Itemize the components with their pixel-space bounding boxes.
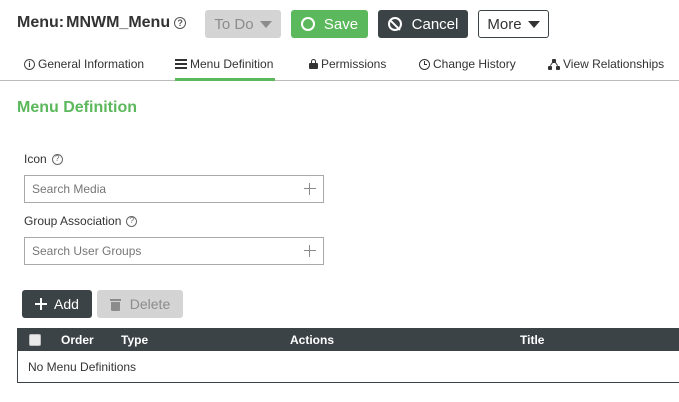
tab-label: Permissions <box>321 57 387 71</box>
tab-menu-definition[interactable]: Menu Definition <box>175 48 276 81</box>
empty-table-message: No Menu Definitions <box>28 360 137 374</box>
plus-icon[interactable] <box>304 245 316 257</box>
group-association-label: Group Association ? <box>24 214 138 228</box>
delete-button-label: Delete <box>129 296 171 312</box>
cancel-button-label: Cancel <box>411 15 459 33</box>
tab-label: View Relationships <box>563 57 665 71</box>
select-all-checkbox[interactable] <box>29 334 41 346</box>
icon-search-field <box>24 175 324 203</box>
section-title: Menu Definition <box>17 99 137 116</box>
group-search-field <box>24 237 324 265</box>
group-search-input[interactable] <box>32 244 292 258</box>
plus-icon <box>35 298 48 310</box>
page-title: Menu: MNWM_Menu ? <box>17 14 187 32</box>
page-title-value: MNWM_Menu <box>66 14 171 31</box>
column-header-title[interactable]: Title <box>520 328 544 351</box>
menu-definitions-table: Order Type Actions Title No Menu Definit… <box>17 328 679 383</box>
help-icon[interactable]: ? <box>174 17 187 29</box>
caret-down-icon <box>259 20 272 28</box>
add-button[interactable]: Add <box>22 290 92 318</box>
icon-field-label: Icon ? <box>24 152 63 166</box>
icon-field-label-text: Icon <box>24 152 47 166</box>
ban-icon <box>387 17 402 31</box>
add-button-label: Add <box>54 296 79 312</box>
plus-icon[interactable] <box>304 183 316 195</box>
cancel-button[interactable]: Cancel <box>378 10 468 38</box>
tab-view-relationships[interactable]: View Relationships <box>548 48 664 80</box>
tab-label: Menu Definition <box>190 57 274 71</box>
caret-down-icon <box>527 20 540 28</box>
column-header-type[interactable]: Type <box>121 328 148 351</box>
tab-general-information[interactable]: i General Information <box>24 48 144 80</box>
list-icon <box>175 59 187 69</box>
tab-label: Change History <box>433 57 516 71</box>
help-icon[interactable]: ? <box>51 153 63 165</box>
more-button-label: More <box>487 15 522 33</box>
more-button[interactable]: More <box>478 10 549 38</box>
page-header: Menu: MNWM_Menu ? To Do Save Cancel More <box>0 0 679 48</box>
page-title-label: Menu: <box>17 14 65 31</box>
clock-icon <box>419 58 430 70</box>
tab-permissions[interactable]: Permissions <box>309 48 386 80</box>
column-header-order[interactable]: Order <box>61 328 94 351</box>
save-button[interactable]: Save <box>291 10 368 38</box>
delete-button[interactable]: Delete <box>97 290 183 318</box>
group-association-label-text: Group Association <box>24 214 122 228</box>
tab-change-history[interactable]: Change History <box>419 48 516 80</box>
circle-icon <box>300 17 315 31</box>
todo-button-label: To Do <box>214 15 254 33</box>
hierarchy-icon <box>548 58 560 70</box>
trash-icon <box>109 298 121 311</box>
save-button-label: Save <box>323 15 359 33</box>
lock-icon <box>309 59 318 69</box>
help-icon[interactable]: ? <box>126 215 138 227</box>
icon-search-input[interactable] <box>32 182 292 196</box>
tab-label: General Information <box>38 57 145 71</box>
table-header: Order Type Actions Title <box>18 328 679 351</box>
column-header-actions[interactable]: Actions <box>290 328 334 351</box>
tab-bar: i General Information Menu Definition Pe… <box>0 48 679 81</box>
info-icon: i <box>24 58 35 70</box>
todo-button[interactable]: To Do <box>205 10 281 38</box>
